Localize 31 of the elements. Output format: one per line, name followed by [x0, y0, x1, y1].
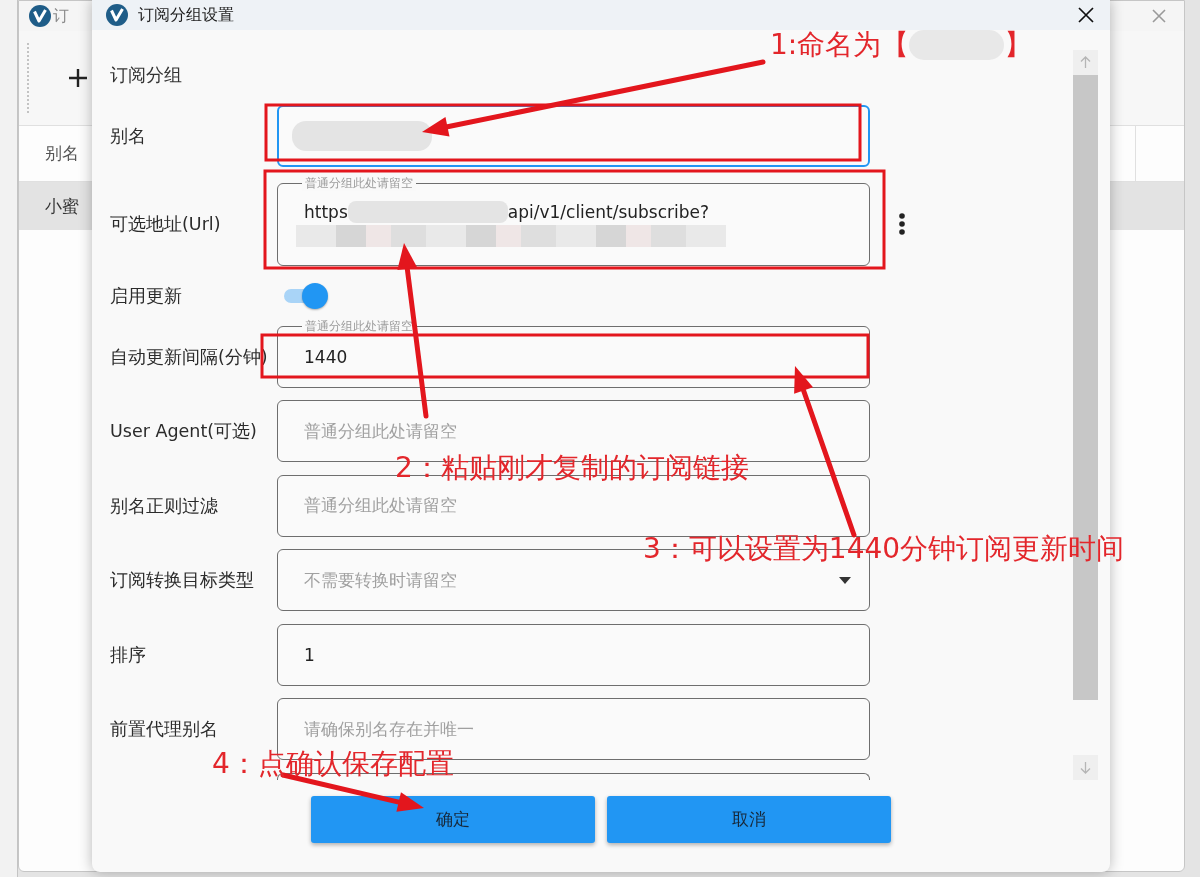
- logo-icon: [29, 5, 51, 27]
- section-title: 订阅分组: [110, 63, 182, 87]
- field-label: 排序: [110, 643, 146, 667]
- field-value: api/v1/client/subscribe?: [507, 202, 710, 222]
- caret-down-icon: [839, 577, 851, 584]
- field-label: User Agent(可选): [110, 420, 257, 443]
- annotation-text: 1:命名为【: [770, 27, 910, 63]
- input-field[interactable]: 1: [277, 623, 870, 686]
- field-value: 1440: [304, 346, 348, 367]
- field-label: 别名: [110, 125, 146, 148]
- field-value: 1: [304, 644, 315, 665]
- cancel-button[interactable]: 取消: [607, 796, 891, 843]
- field-label: 订阅转换目标类型: [110, 569, 254, 592]
- field-label: 别名正则过滤: [110, 494, 218, 518]
- annotation-text: 】: [1004, 27, 1033, 63]
- confirm-button[interactable]: 确定: [311, 796, 595, 843]
- floating-label: 普通分组此处请留空: [302, 317, 416, 334]
- close-icon[interactable]: [1078, 7, 1094, 23]
- column-header[interactable]: 别名: [45, 142, 79, 165]
- window-title: 订: [53, 5, 69, 27]
- toggle-switch[interactable]: [282, 281, 328, 310]
- field-label: 前置代理别名: [110, 718, 218, 741]
- dialog-title: 订阅分组设置: [138, 4, 234, 26]
- logo-icon: [106, 4, 128, 26]
- more-vertical-icon[interactable]: [899, 213, 905, 235]
- floating-label: 普通分组此处请留空: [302, 174, 416, 191]
- field-value: https: [304, 202, 348, 222]
- field-label: 启用更新: [110, 284, 182, 308]
- plus-icon[interactable]: [68, 68, 88, 88]
- table-cell: 小蜜: [45, 194, 79, 218]
- field-label: 可选地址(Url): [110, 213, 221, 236]
